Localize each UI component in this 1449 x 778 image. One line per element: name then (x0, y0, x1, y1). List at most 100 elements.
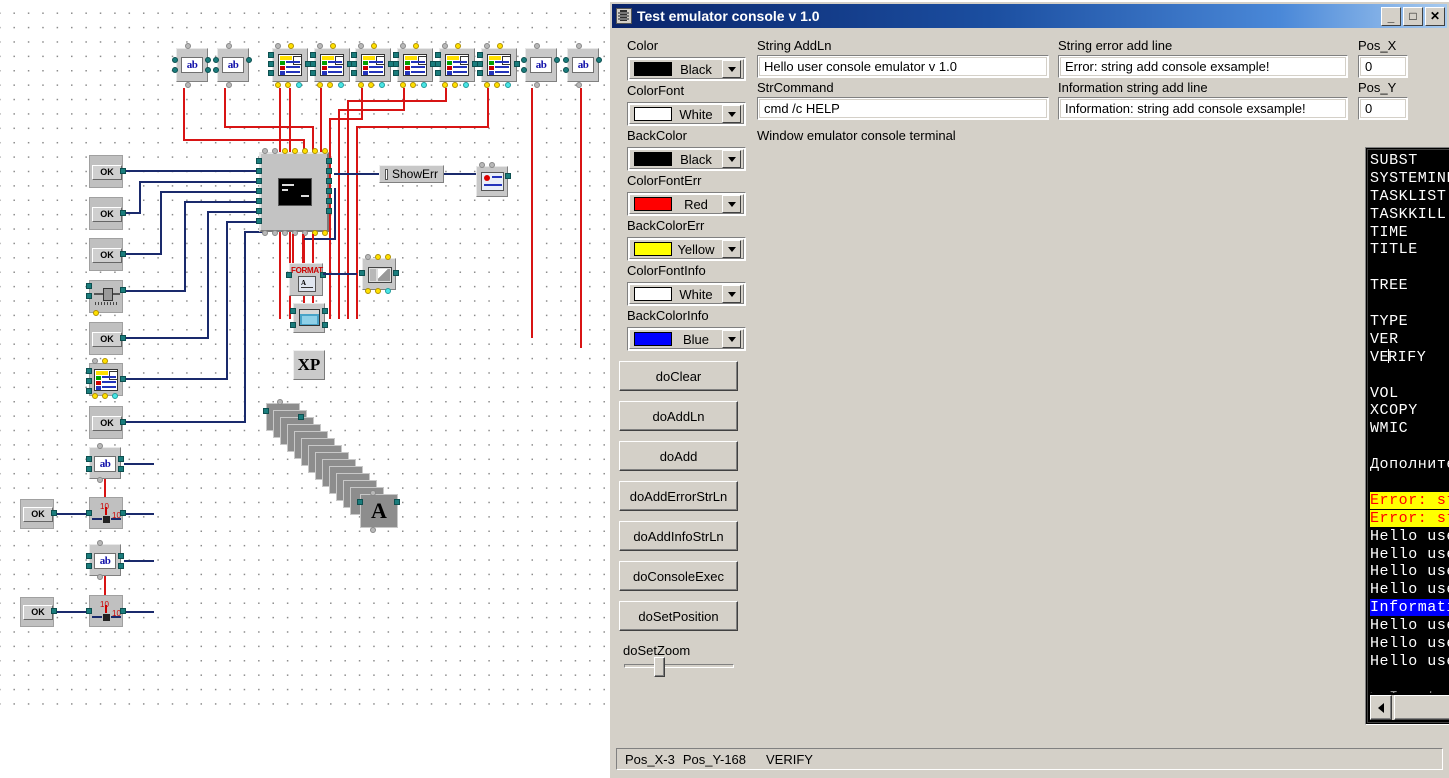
component-edit[interactable]: ab (89, 447, 121, 479)
console-emulator-chip[interactable] (259, 152, 329, 232)
strcommand-input[interactable]: cmd /c HELP (757, 97, 1049, 120)
terminal-panel[interactable]: SUBST Назначение заданному пути имени ди… (1365, 147, 1449, 725)
component-message-dialog[interactable] (476, 166, 508, 197)
label-dosetzoom: doSetZoom (623, 643, 691, 658)
terminal-line: SYSTEMINFO Вывод сведений о системе и ко… (1370, 169, 1449, 187)
pos-y-input[interactable]: 0 (1358, 97, 1408, 120)
component-list[interactable] (397, 48, 433, 82)
text-caret (1388, 348, 1390, 363)
component-format[interactable]: FORMAT A (289, 263, 323, 296)
pin (120, 419, 126, 425)
pin (327, 82, 333, 88)
pin (112, 393, 118, 399)
component-edit[interactable]: ab (217, 48, 249, 82)
terminal-output[interactable]: SUBST Назначение заданному пути имени ди… (1370, 152, 1449, 693)
component-button[interactable]: OK (89, 155, 123, 188)
error-line-value: Error: string add console exsample! (1060, 57, 1346, 76)
component-button[interactable]: OK (89, 406, 123, 439)
component-list[interactable] (355, 48, 391, 82)
component-edit[interactable]: ab (89, 544, 121, 576)
array-stack-item-front[interactable]: A (360, 494, 398, 528)
chevron-down-icon[interactable] (722, 330, 741, 348)
checkbox-icon[interactable] (385, 168, 388, 180)
component-window[interactable] (293, 303, 325, 333)
xp-component[interactable]: XP (293, 350, 325, 380)
component-button[interactable]: OK (20, 597, 54, 627)
wire (124, 560, 154, 562)
zoom-slider-thumb[interactable] (654, 657, 665, 677)
button-label: doAddInfoStrLn (633, 528, 724, 544)
wire (124, 170, 264, 172)
maximize-button[interactable]: □ (1403, 6, 1423, 26)
pin (120, 608, 126, 614)
window-title: Test emulator console v 1.0 (637, 8, 820, 24)
pin (288, 43, 294, 49)
component-list[interactable] (481, 48, 517, 82)
chevron-down-icon[interactable] (722, 60, 741, 78)
do-add-button[interactable]: doAdd (619, 441, 738, 471)
wire-red (329, 118, 331, 319)
chevron-down-icon[interactable] (722, 105, 741, 123)
component-button[interactable]: OK (89, 197, 123, 230)
component-button[interactable]: OK (89, 322, 123, 355)
dropdown-backcolorinfo[interactable]: Blue (627, 327, 746, 351)
do-addinfostrln-button[interactable]: doAddInfoStrLn (619, 521, 738, 551)
terminal-hscrollbar[interactable] (1370, 695, 1449, 720)
listbox-icon (403, 54, 427, 76)
info-line-input[interactable]: Information: string add console exsample… (1058, 97, 1348, 120)
component-list[interactable] (272, 48, 308, 82)
terminal-line: TREE Графическое отображение структуры к… (1370, 277, 1409, 295)
component-edit[interactable]: ab (525, 48, 557, 82)
window-titlebar[interactable]: Test emulator console v 1.0 _ □ ✕ (612, 4, 1447, 28)
dropdown-colorfont[interactable]: White (627, 102, 746, 126)
component-button[interactable]: OK (89, 238, 123, 271)
component-list[interactable] (439, 48, 475, 82)
dropdown-backcolor[interactable]: Black (627, 147, 746, 171)
do-adderrorstrln-button[interactable]: doAddErrorStrLn (619, 481, 738, 511)
chevron-down-icon[interactable] (722, 240, 741, 258)
pin (256, 178, 262, 184)
edge-arrow (92, 518, 102, 520)
do-addln-button[interactable]: doAddLn (619, 401, 738, 431)
component-list[interactable] (89, 363, 123, 396)
pin (97, 540, 103, 546)
do-setposition-button[interactable]: doSetPosition (619, 601, 738, 631)
dropdown-colorfontinfo[interactable]: White (627, 282, 746, 306)
pin (256, 198, 262, 204)
component-edge[interactable]: 10 10 (89, 497, 123, 529)
pin (410, 82, 416, 88)
component-edit[interactable]: ab (567, 48, 599, 82)
error-line-input[interactable]: Error: string add console exsample! (1058, 55, 1348, 78)
component-button[interactable]: OK (20, 499, 54, 529)
label-colorfonterr: ColorFontErr (627, 173, 702, 188)
dropdown-backcolorerr[interactable]: Yellow (627, 237, 746, 261)
pin (263, 408, 269, 414)
hscroll-thumb[interactable] (1394, 695, 1449, 720)
component-trackbar[interactable] (89, 280, 123, 313)
do-consoleexec-button[interactable]: doConsoleExec (619, 561, 738, 591)
pin (435, 52, 441, 58)
pin (118, 563, 124, 569)
designer-canvas[interactable]: ab ab ab ab OK OK OK OK OK ab OK 10 ab O… (0, 0, 608, 778)
chevron-down-icon[interactable] (722, 195, 741, 213)
edge-arrow (92, 616, 102, 618)
close-button[interactable]: ✕ (1425, 6, 1445, 26)
chevron-down-icon[interactable] (722, 285, 741, 303)
wire (124, 253, 162, 255)
dropdown-color[interactable]: Black (627, 57, 746, 81)
terminal-inner-border: SUBST Назначение заданному пути имени ди… (1367, 149, 1449, 723)
scroll-left-button[interactable] (1370, 695, 1392, 720)
zoom-slider-track[interactable] (624, 664, 734, 668)
minimize-button[interactable]: _ (1381, 6, 1401, 26)
showerr-checkbox[interactable]: ShowErr (379, 165, 444, 183)
pos-x-input[interactable]: 0 (1358, 55, 1408, 78)
string-addln-input[interactable]: Hello user console emulator v 1.0 (757, 55, 1049, 78)
do-clear-button[interactable]: doClear (619, 361, 738, 391)
component-edge[interactable]: 10 10 (89, 595, 123, 627)
component-list[interactable] (314, 48, 350, 82)
component-progress[interactable] (362, 258, 396, 290)
component-edit[interactable]: ab (176, 48, 208, 82)
dropdown-colorfonterr[interactable]: Red (627, 192, 746, 216)
chevron-down-icon[interactable] (722, 150, 741, 168)
wire-red (487, 88, 489, 127)
